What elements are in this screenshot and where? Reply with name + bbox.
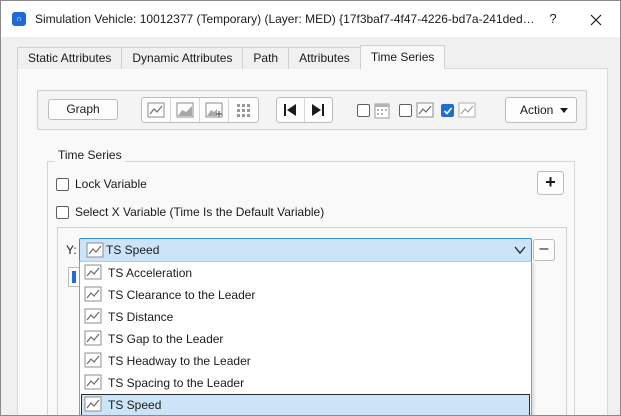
first-icon bbox=[284, 104, 297, 116]
line-chart-icon bbox=[84, 286, 102, 302]
add-series-button[interactable]: + bbox=[537, 171, 564, 195]
y-variable-dropdown: TS Acceleration TS Clearance to the Lead… bbox=[79, 261, 532, 415]
last-icon bbox=[312, 104, 325, 116]
list-item-label: TS Spacing to the Leader bbox=[108, 376, 245, 390]
list-item-label: TS Headway to the Leader bbox=[108, 354, 251, 368]
close-button[interactable] bbox=[581, 9, 611, 29]
list-item[interactable]: TS Clearance to the Leader bbox=[81, 284, 530, 306]
line-toggle-checkbox-checked[interactable] bbox=[441, 104, 454, 117]
list-item-label: TS Speed bbox=[108, 398, 162, 412]
tab-strip: Static Attributes Dynamic Attributes Pat… bbox=[17, 45, 446, 69]
lock-variable-label: Lock Variable bbox=[75, 177, 147, 191]
calendar-toggle-checkbox[interactable] bbox=[357, 104, 370, 117]
line-chart-icon bbox=[84, 330, 102, 346]
calendar-icon bbox=[374, 103, 390, 119]
select-x-variable-label: Select X Variable (Time Is the Default V… bbox=[75, 205, 325, 219]
line-chart-icon bbox=[84, 396, 102, 412]
last-button[interactable] bbox=[305, 98, 332, 122]
toolbar: Graph Action bbox=[37, 90, 587, 130]
first-button[interactable] bbox=[277, 98, 305, 122]
tab-attributes[interactable]: Attributes bbox=[288, 47, 361, 69]
remove-series-button[interactable]: – bbox=[533, 239, 555, 261]
graph-button[interactable]: Graph bbox=[48, 99, 118, 120]
y-variable-selected: TS Speed bbox=[106, 243, 160, 257]
navigation-group bbox=[276, 97, 333, 123]
list-item-label: TS Gap to the Leader bbox=[108, 332, 224, 346]
y-axis-label: Y: bbox=[66, 243, 77, 257]
list-item[interactable]: TS Acceleration bbox=[81, 262, 530, 284]
title-bar: ∩ Simulation Vehicle: 10012377 (Temporar… bbox=[1, 1, 620, 37]
line-chart-button[interactable] bbox=[142, 98, 171, 122]
line-chart-icon bbox=[458, 102, 476, 118]
line-chart-icon bbox=[84, 264, 102, 280]
line-chart-icon bbox=[147, 102, 165, 118]
line-chart-icon bbox=[84, 308, 102, 324]
list-item[interactable]: TS Gap to the Leader bbox=[81, 328, 530, 350]
select-x-variable-checkbox[interactable] bbox=[56, 205, 69, 219]
action-label: Action bbox=[520, 103, 554, 117]
list-item[interactable]: TS Distance bbox=[81, 306, 530, 328]
list-item-selected[interactable]: TS Speed bbox=[81, 394, 530, 415]
add-chart-icon bbox=[205, 102, 223, 118]
tab-time-series[interactable]: Time Series bbox=[359, 45, 446, 69]
select-x-variable-row[interactable]: Select X Variable (Time Is the Default V… bbox=[56, 204, 324, 220]
grid-button[interactable] bbox=[229, 98, 258, 122]
list-item[interactable]: TS Spacing to the Leader bbox=[81, 372, 530, 394]
line-chart-icon bbox=[416, 102, 434, 118]
checkmark-icon bbox=[443, 107, 453, 115]
add-chart-button[interactable] bbox=[200, 98, 229, 122]
line-chart-icon bbox=[84, 374, 102, 390]
lock-variable-checkbox[interactable] bbox=[56, 177, 69, 191]
time-series-group-label: Time Series bbox=[55, 148, 125, 162]
close-icon bbox=[590, 14, 602, 26]
list-item-label: TS Clearance to the Leader bbox=[108, 288, 256, 302]
dialog-window: ∩ Simulation Vehicle: 10012377 (Temporar… bbox=[0, 0, 621, 416]
lock-variable-row[interactable]: Lock Variable bbox=[56, 176, 147, 192]
caret-down-icon bbox=[560, 108, 568, 113]
app-icon: ∩ bbox=[12, 12, 26, 26]
line-chart-icon bbox=[86, 242, 104, 258]
help-button[interactable]: ? bbox=[541, 9, 565, 29]
action-button[interactable]: Action bbox=[505, 97, 577, 123]
area-chart-button[interactable] bbox=[171, 98, 200, 122]
grid-icon bbox=[236, 104, 250, 117]
window-title: Simulation Vehicle: 10012377 (Temporary)… bbox=[35, 12, 535, 26]
list-item-label: TS Distance bbox=[108, 310, 174, 324]
list-item-label: TS Acceleration bbox=[108, 266, 193, 280]
area-chart-icon bbox=[176, 102, 194, 118]
tab-dynamic-attributes[interactable]: Dynamic Attributes bbox=[121, 47, 244, 69]
chart-type-group bbox=[141, 97, 259, 123]
chevron-down-icon bbox=[514, 246, 526, 255]
tab-static-attributes[interactable]: Static Attributes bbox=[17, 47, 123, 69]
list-item[interactable]: TS Headway to the Leader bbox=[81, 350, 530, 372]
y-variable-combo[interactable]: TS Speed bbox=[79, 238, 532, 262]
line-chart-icon bbox=[84, 352, 102, 368]
line-toggle-checkbox[interactable] bbox=[399, 104, 412, 117]
tab-path[interactable]: Path bbox=[242, 47, 290, 69]
